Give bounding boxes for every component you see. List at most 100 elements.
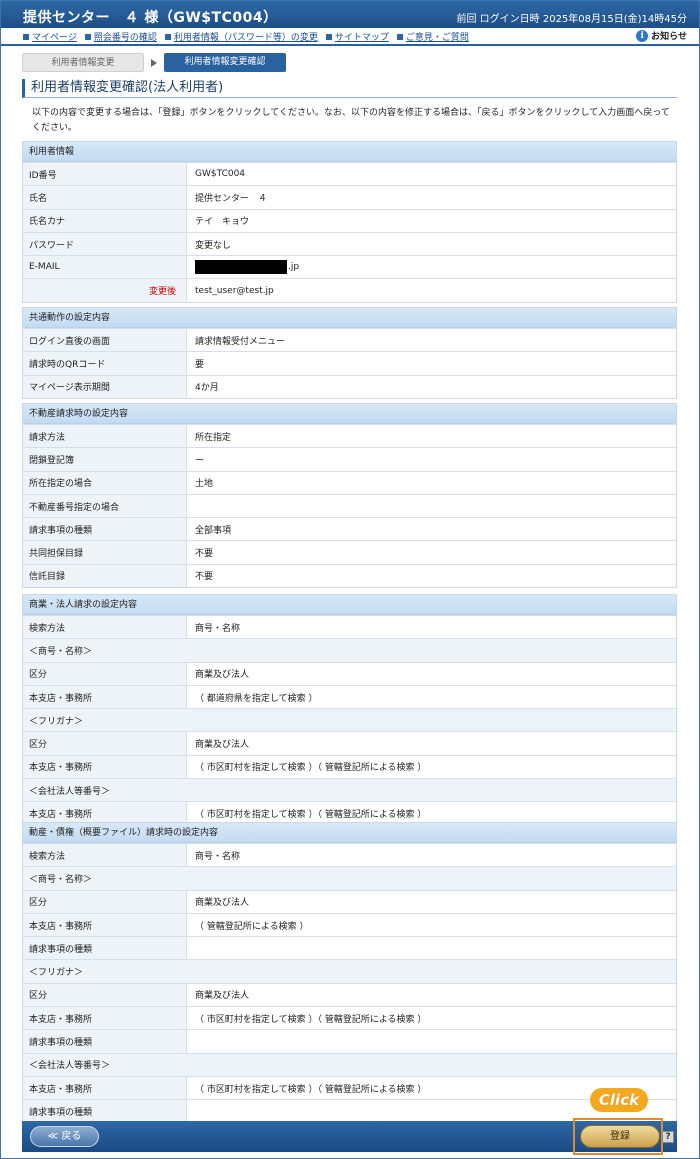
table-row: 本支店・事務所（ 管轄登記所による検索 ） xyxy=(23,912,676,937)
register-button[interactable]: 登録 xyxy=(580,1125,660,1148)
table-row: ID番号 GW$TC004 xyxy=(23,162,676,186)
nav-link-label[interactable]: サイトマップ xyxy=(335,30,389,43)
row-value: 変更なし xyxy=(186,232,676,256)
step-confirm: 利用者情報変更確認 xyxy=(164,53,286,72)
row-value: （ 市区町村を指定して検索 ）（ 管轄登記所による検索 ） xyxy=(186,755,676,779)
instruction-text: 以下の内容で変更する場合は、「登録」ボタンをクリックしてください。なお、以下の内… xyxy=(32,108,670,133)
table-row: 信託目録 不要 xyxy=(23,563,676,588)
row-label: 検索方法 xyxy=(23,844,186,867)
back-button[interactable]: ≪ 戻る xyxy=(30,1126,99,1147)
row-label: 請求事項の種類 xyxy=(23,1100,186,1123)
subheading-row: ＜商号・名称＞ xyxy=(23,866,676,890)
subheading-row: ＜フリガナ＞ xyxy=(23,959,676,983)
table-row: 所在指定の場合 土地 xyxy=(23,470,676,494)
table-row: 閉鎖登記簿ー xyxy=(23,447,676,471)
row-label: 区分 xyxy=(23,662,186,685)
row-label: マイページ表示期間 xyxy=(23,375,186,398)
row-value: 要 xyxy=(186,352,676,375)
row-value: テイ キョウ xyxy=(186,209,676,232)
row-label: 区分 xyxy=(23,983,186,1007)
page-title: 利用者情報変更確認(法人利用者) xyxy=(22,79,677,98)
row-label: 所在指定の場合 xyxy=(23,471,186,494)
row-label: 信託目録 xyxy=(23,564,186,588)
nav-link-label[interactable]: 照会番号の確認 xyxy=(94,30,157,43)
nav-link-reference-number[interactable]: 照会番号の確認 xyxy=(84,30,157,43)
help-icon[interactable]: ? xyxy=(662,1131,674,1143)
common-settings-section: 共通動作の設定内容 ログイン直後の画面 請求情報受付メニュー 請求時のQRコード要… xyxy=(22,307,677,399)
table-row: パスワード 変更なし xyxy=(23,231,676,256)
nav-link-label[interactable]: ご意見・ご質問 xyxy=(406,30,469,43)
movable-settings-section: 動産・債権（概要ファイル）請求時の設定内容 検索方法 商号・名称 ＜商号・名称＞ … xyxy=(22,822,677,1124)
row-label: パスワード xyxy=(23,232,186,256)
nav-link-user-info-change[interactable]: 利用者情報（パスワード等）の変更 xyxy=(164,30,318,43)
step-edit: 利用者情報変更 xyxy=(22,53,144,72)
changed-label: 変更後 xyxy=(23,279,186,302)
row-value xyxy=(186,494,676,518)
row-value: 不要 xyxy=(186,564,676,588)
subheading-label: ＜商号・名称＞ xyxy=(23,639,676,662)
realestate-settings-section: 不動産請求時の設定内容 請求方法 所在指定 閉鎖登記簿ー 所在指定の場合 土地 不動… xyxy=(22,403,677,589)
row-label: 不動産番号指定の場合 xyxy=(23,494,186,518)
table-row: 請求事項の種類 xyxy=(23,1029,676,1053)
row-label: 検索方法 xyxy=(23,616,186,639)
table-row: 請求事項の種類 全部事項 xyxy=(23,517,676,541)
last-login-info: 前回 ログイン日時 2025年08月15日(金)14時45分 xyxy=(456,14,687,25)
subheading-row: ＜会社法人等番号＞ xyxy=(23,778,676,802)
nav-link-label[interactable]: マイページ xyxy=(32,30,77,43)
header-bar: 提供センター ４ 様（GW$TC004） 前回 ログイン日時 2025年08月1… xyxy=(1,1,699,28)
section-heading: 不動産請求時の設定内容 xyxy=(23,404,676,424)
section-heading: 動産・債権（概要ファイル）請求時の設定内容 xyxy=(23,823,676,843)
table-row: 不動産番号指定の場合 xyxy=(23,493,676,518)
bullet-icon xyxy=(325,33,332,40)
click-hint-badge: Click xyxy=(590,1088,648,1112)
table-row: 共同担保目録 不要 xyxy=(23,540,676,564)
table-row: 本支店・事務所（ 市区町村を指定して検索 ）（ 管轄登記所による検索 ） xyxy=(23,754,676,779)
redacted-block xyxy=(195,260,287,275)
email-suffix: .jp xyxy=(288,262,300,273)
subheading-label: ＜会社法人等番号＞ xyxy=(23,779,676,802)
step-arrow-icon xyxy=(151,58,157,67)
notice-link[interactable]: i お知らせ xyxy=(636,29,687,42)
section-heading: 商業・法人請求の設定内容 xyxy=(23,595,676,615)
row-label: 請求事項の種類 xyxy=(23,1030,186,1053)
row-value: 商業及び法人 xyxy=(186,983,676,1007)
row-label: 請求方法 xyxy=(23,425,186,448)
row-label: E-MAIL xyxy=(23,256,186,279)
commercial-settings-section: 商業・法人請求の設定内容 検索方法 商号・名称 ＜商号・名称＞ 区分 商業及び法人 … xyxy=(22,594,677,826)
row-label: 請求事項の種類 xyxy=(23,937,186,960)
row-value: 商号・名称 xyxy=(186,844,676,867)
row-label: 本支店・事務所 xyxy=(23,913,186,937)
row-value: ー xyxy=(186,448,676,471)
row-label: ログイン直後の画面 xyxy=(23,329,186,352)
table-row: 検索方法 商号・名称 xyxy=(23,615,676,639)
row-value: （ 都道府県を指定して検索 ） xyxy=(186,685,676,709)
table-row: 請求時のQRコード要 xyxy=(23,351,676,375)
nav-link-feedback[interactable]: ご意見・ご質問 xyxy=(396,30,469,43)
table-row: マイページ表示期間 4か月 xyxy=(23,374,676,398)
row-value: 不要 xyxy=(186,541,676,564)
step-indicator: 利用者情報変更 利用者情報変更確認 xyxy=(22,53,286,72)
row-value: 4か月 xyxy=(186,375,676,398)
section-heading: 共通動作の設定内容 xyxy=(23,308,676,328)
email-changed-row: 変更後 test_user@test.jp xyxy=(23,278,676,302)
row-label: 請求時のQRコード xyxy=(23,352,186,375)
row-value: 商業及び法人 xyxy=(186,732,676,755)
row-value: 商業及び法人 xyxy=(186,662,676,685)
table-row: 氏名カナ テイ キョウ xyxy=(23,208,676,232)
row-label: 区分 xyxy=(23,732,186,755)
email-value: .jp xyxy=(186,256,676,279)
subheading-row: ＜会社法人等番号＞ xyxy=(23,1052,676,1076)
table-row: 区分 商業及び法人 xyxy=(23,889,676,913)
notice-label[interactable]: お知らせ xyxy=(651,29,687,42)
bullet-icon xyxy=(396,33,403,40)
nav-link-label[interactable]: 利用者情報（パスワード等）の変更 xyxy=(174,30,318,43)
changed-email-value: test_user@test.jp xyxy=(186,279,676,302)
user-title: 提供センター ４ 様（GW$TC004） xyxy=(23,10,278,26)
nav-link-mypage[interactable]: マイページ xyxy=(23,30,77,43)
table-row: 区分 商業及び法人 xyxy=(23,661,676,685)
row-label: 氏名カナ xyxy=(23,209,186,232)
row-value xyxy=(186,937,676,960)
row-value xyxy=(186,1030,676,1053)
nav-link-sitemap[interactable]: サイトマップ xyxy=(325,30,389,43)
row-value: 全部事項 xyxy=(186,518,676,541)
